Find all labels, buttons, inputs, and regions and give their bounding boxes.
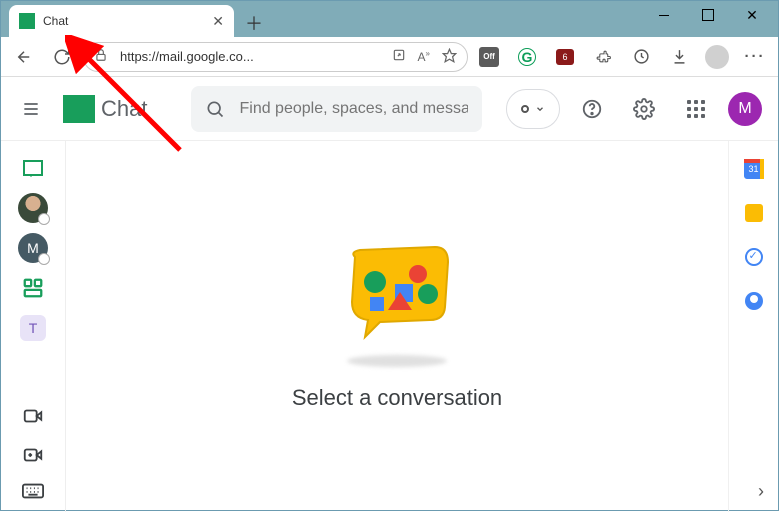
rail-dm-user-2[interactable]: M bbox=[7, 231, 59, 265]
browser-tab[interactable]: Chat ✕ bbox=[9, 5, 234, 37]
chat-outline-icon bbox=[23, 160, 43, 176]
favorite-icon[interactable] bbox=[442, 48, 457, 66]
window-maximize-button[interactable] bbox=[686, 1, 730, 29]
downloads-button[interactable] bbox=[662, 40, 696, 74]
lock-icon bbox=[94, 48, 108, 65]
settings-button[interactable] bbox=[624, 89, 664, 129]
chevron-down-icon bbox=[535, 104, 545, 114]
tab-close-icon[interactable]: ✕ bbox=[212, 13, 224, 30]
calendar-panel-button[interactable]: 31 bbox=[744, 159, 764, 179]
read-aloud-icon[interactable]: A» bbox=[418, 49, 430, 64]
chat-favicon bbox=[19, 13, 35, 29]
empty-state-illustration bbox=[337, 242, 457, 367]
side-panel-toggle[interactable]: › bbox=[758, 481, 764, 502]
account-avatar[interactable]: M bbox=[728, 92, 762, 126]
tasks-icon bbox=[745, 248, 763, 266]
main-menu-button[interactable] bbox=[11, 99, 51, 119]
search-input[interactable] bbox=[239, 100, 468, 118]
history-button[interactable] bbox=[624, 40, 658, 74]
calendar-icon: 31 bbox=[744, 159, 764, 179]
refresh-button[interactable] bbox=[45, 40, 79, 74]
window-minimize-button[interactable] bbox=[642, 1, 686, 29]
rail-dm-user-1[interactable] bbox=[7, 191, 59, 225]
help-button[interactable] bbox=[572, 89, 612, 129]
main-content-area: Select a conversation bbox=[66, 141, 728, 512]
app-header: Chat M bbox=[1, 77, 778, 141]
extension-ublock[interactable]: 6 bbox=[548, 40, 582, 74]
url-text: https://mail.google.co... bbox=[120, 49, 380, 64]
user-avatar-icon bbox=[18, 193, 48, 223]
contacts-icon bbox=[745, 292, 763, 310]
space-avatar-icon: T bbox=[20, 315, 46, 341]
video-plus-icon bbox=[22, 444, 44, 466]
user-avatar-letter-icon: M bbox=[18, 233, 48, 263]
keep-panel-button[interactable] bbox=[744, 203, 764, 223]
video-icon bbox=[22, 405, 44, 427]
window-controls: ✕ bbox=[642, 1, 774, 29]
extensions-button[interactable] bbox=[586, 40, 620, 74]
browser-title-bar: Chat ✕ ＋ ✕ bbox=[1, 1, 778, 37]
browser-menu-button[interactable]: ··· bbox=[738, 40, 772, 74]
right-side-panel: 31 › bbox=[728, 141, 778, 512]
rail-new-meeting-button[interactable] bbox=[22, 444, 44, 471]
profile-avatar-icon bbox=[705, 45, 729, 69]
chat-logo-icon bbox=[63, 95, 95, 123]
extension-off[interactable]: Off bbox=[472, 40, 506, 74]
contacts-panel-button[interactable] bbox=[744, 291, 764, 311]
rail-meet-button[interactable] bbox=[22, 405, 44, 432]
tasks-panel-button[interactable] bbox=[744, 247, 764, 267]
rail-keyboard-button[interactable] bbox=[22, 483, 44, 504]
status-indicator-icon bbox=[521, 105, 529, 113]
rail-chat-tab[interactable] bbox=[7, 151, 59, 185]
left-navigation-rail: M T bbox=[1, 141, 66, 512]
search-bar[interactable] bbox=[191, 86, 482, 132]
rail-spaces-tab[interactable] bbox=[7, 271, 59, 305]
apps-grid-icon bbox=[687, 100, 705, 118]
back-button[interactable] bbox=[7, 40, 41, 74]
google-apps-button[interactable] bbox=[676, 89, 716, 129]
browser-toolbar: https://mail.google.co... A» Off G 6 ··· bbox=[1, 37, 778, 77]
window-close-button[interactable]: ✕ bbox=[730, 1, 774, 29]
app-name: Chat bbox=[101, 96, 147, 122]
status-selector[interactable] bbox=[506, 89, 560, 129]
new-tab-button[interactable]: ＋ bbox=[240, 9, 268, 37]
tab-title: Chat bbox=[43, 14, 68, 28]
keep-icon bbox=[745, 204, 763, 222]
keyboard-icon bbox=[22, 483, 44, 499]
rail-space-item[interactable]: T bbox=[7, 311, 59, 345]
address-bar[interactable]: https://mail.google.co... A» bbox=[83, 42, 468, 72]
spaces-icon bbox=[22, 277, 44, 299]
browser-profile-button[interactable] bbox=[700, 40, 734, 74]
extension-grammarly[interactable]: G bbox=[510, 40, 544, 74]
empty-state-text: Select a conversation bbox=[292, 385, 502, 411]
search-icon bbox=[205, 99, 225, 119]
open-external-icon[interactable] bbox=[392, 48, 406, 65]
chat-logo[interactable]: Chat bbox=[63, 95, 147, 123]
